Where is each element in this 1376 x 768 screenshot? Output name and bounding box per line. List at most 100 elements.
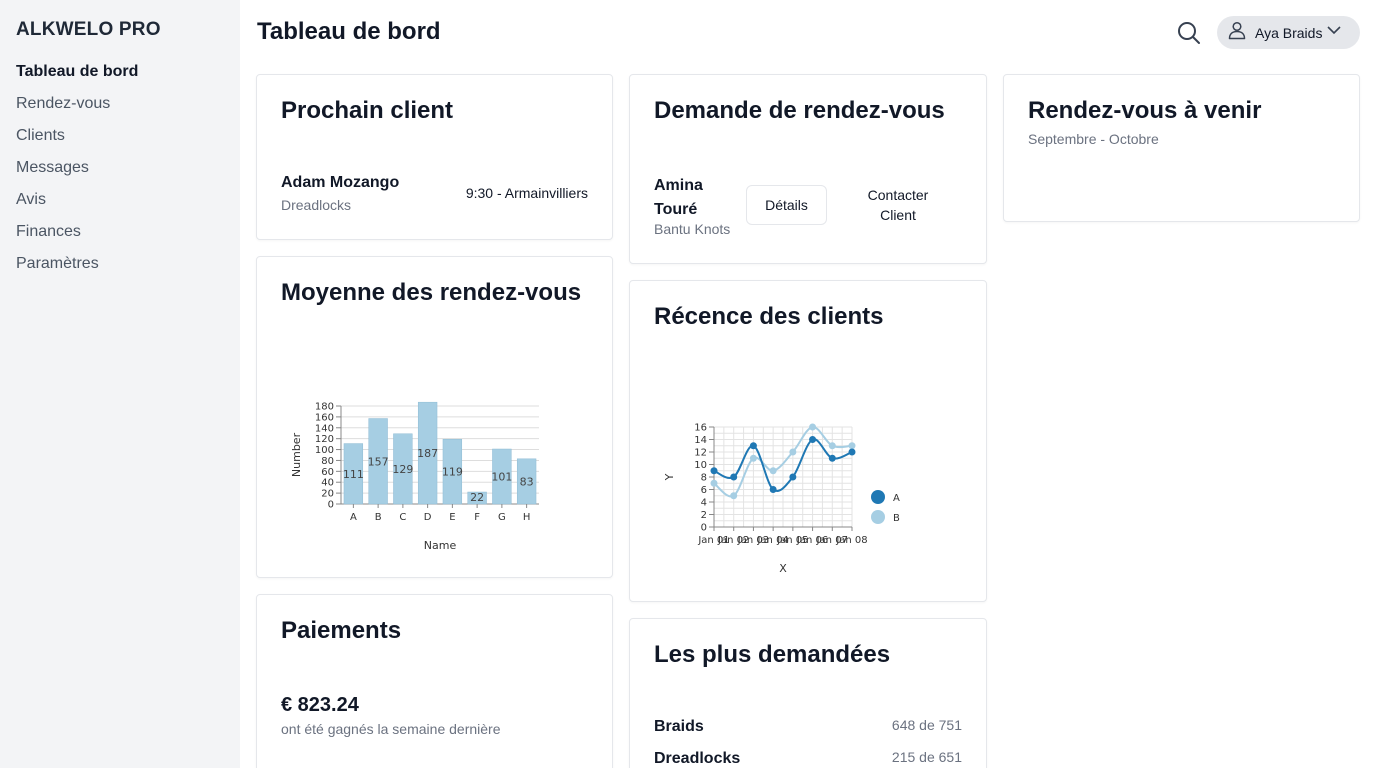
page-title: Tableau de bord [257, 18, 441, 45]
bar-value-label: 157 [368, 455, 389, 468]
upcoming-period: Septembre - Octobre [1028, 131, 1159, 147]
bar-value-label: 101 [491, 471, 512, 484]
x-tick-label: Jan 08 [835, 535, 867, 546]
y-tick-label: 160 [315, 412, 334, 423]
appointment-request-title: Demande de rendez-vous [654, 97, 945, 124]
data-point-B [730, 492, 738, 500]
sidebar-item-dashboard[interactable]: Tableau de bord [16, 60, 138, 92]
x-tick-label: G [498, 512, 506, 523]
details-button[interactable]: Détails [746, 185, 827, 225]
y-tick-label: 6 [701, 485, 707, 496]
y-tick-label: 20 [321, 489, 334, 500]
data-point-A [809, 436, 817, 443]
client-recency-card: Récence des clients 0 2 4 6 8 10 12 14 16 Jan 01 J… [629, 280, 987, 602]
data-point-B [710, 479, 718, 487]
y-tick-label: 140 [315, 423, 334, 434]
data-point-A [848, 448, 856, 456]
chevron-down-icon [1326, 22, 1342, 43]
sidebar-item-finances[interactable]: Finances [16, 220, 138, 252]
bar-value-label: 22 [470, 491, 484, 504]
data-point-A [769, 486, 777, 493]
data-point-B [749, 454, 757, 462]
user-menu-button[interactable]: Aya Braids [1217, 16, 1360, 49]
contact-client-button[interactable]: Contacter Client [848, 185, 948, 225]
data-point-A [749, 442, 757, 450]
y-tick-label: 10 [694, 460, 707, 471]
x-tick-label: H [523, 512, 531, 523]
y-tick-label: 40 [321, 478, 334, 489]
y-tick-label: 0 [328, 500, 334, 511]
request-client-service: Bantu Knots [654, 221, 731, 237]
contact-client-line1: Contacter [867, 187, 929, 203]
data-point-B [809, 423, 817, 431]
request-client-last-name: Touré [654, 201, 698, 218]
average-appointments-card: Moyenne des rendez-vous 0 20 40 60 80 100 120 1… [256, 256, 613, 578]
bar-value-label: 119 [442, 466, 463, 479]
bar-value-label: 187 [417, 447, 438, 460]
y-tick-label: 14 [694, 435, 707, 446]
legend-marker-B [871, 510, 885, 524]
x-tick-label: E [449, 512, 455, 523]
y-tick-label: 100 [315, 445, 334, 456]
legend-label-A: A [893, 493, 900, 504]
request-client-name: Amina Touré [654, 174, 703, 222]
y-tick-label: 16 [694, 423, 707, 434]
appointment-request-card: Demande de rendez-vous Amina Touré Bantu… [629, 74, 987, 264]
data-point-A [730, 473, 738, 481]
payments-card: Paiements € 823.24 ont été gagnés la sem… [256, 594, 613, 768]
y-tick-label: 60 [321, 467, 334, 478]
y-tick-label: 12 [694, 448, 707, 459]
y-tick-label: 8 [701, 473, 707, 484]
contact-client-line2: Client [880, 207, 916, 223]
sidebar: ALKWELO PRO Tableau de bord Rendez-vous … [0, 0, 240, 768]
payments-caption: ont été gagnés la semaine dernière [281, 721, 501, 737]
sidebar-item-clients[interactable]: Clients [16, 124, 138, 156]
most-requested-title: Les plus demandées [654, 641, 891, 668]
data-point-B [848, 442, 856, 450]
user-icon [1227, 20, 1247, 45]
x-axis-label: X [779, 562, 787, 575]
x-tick-label: C [399, 512, 406, 523]
next-client-card: Prochain client Adam Mozango Dreadlocks … [256, 74, 613, 240]
data-point-B [789, 448, 797, 456]
y-tick-label: 2 [701, 510, 707, 521]
bar-value-label: 111 [343, 468, 364, 481]
x-tick-label: B [375, 512, 382, 523]
data-point-A [789, 473, 797, 481]
sidebar-item-messages[interactable]: Messages [16, 156, 138, 188]
sidebar-item-appointments[interactable]: Rendez-vous [16, 92, 138, 124]
y-tick-label: 4 [701, 498, 707, 509]
bar-chart: 020406080100120140160180 111 A 157 B 129 C 187 D… [290, 402, 539, 552]
y-tick-label: 80 [321, 456, 334, 467]
upcoming-title: Rendez-vous à venir [1028, 97, 1262, 124]
most-requested-item-name: Dreadlocks [654, 750, 741, 767]
most-requested-item-count: 215 de 651 [891, 749, 962, 765]
bar-value-label: 129 [392, 463, 413, 476]
next-client-title: Prochain client [281, 97, 454, 124]
y-tick-label: 180 [315, 402, 334, 413]
brand-logo: ALKWELO PRO [16, 19, 161, 40]
data-point-B [828, 442, 836, 450]
search-icon[interactable] [1176, 20, 1202, 46]
user-name: Aya Braids [1255, 24, 1323, 41]
y-tick-label: 0 [701, 523, 707, 534]
sidebar-item-reviews[interactable]: Avis [16, 188, 138, 220]
y-axis-label: Y [663, 473, 676, 481]
request-client-first-name: Amina [654, 177, 703, 194]
sidebar-item-settings[interactable]: Paramètres [16, 252, 138, 284]
bar-value-label: 83 [520, 475, 534, 488]
y-tick-label: 120 [315, 434, 334, 445]
most-requested-item-name: Braids [654, 718, 704, 735]
x-axis-label: Name [424, 539, 457, 552]
next-client-time: 9:30 - Armainvilliers [465, 185, 588, 201]
next-client-name: Adam Mozango [281, 174, 400, 191]
x-tick-label: D [424, 512, 432, 523]
sidebar-nav: Tableau de bord Rendez-vous Clients Mess… [16, 60, 138, 284]
data-point-A [828, 454, 836, 462]
line-chart: 0246810121416Jan 01Jan 02Jan 03Jan 04Jan… [663, 423, 900, 576]
payments-amount: € 823.24 [281, 694, 359, 716]
data-point-A [710, 467, 718, 475]
data-point-B [769, 467, 777, 475]
legend-label-B: B [893, 513, 900, 524]
upcoming-appointments-card: Rendez-vous à venir Septembre - Octobre [1003, 74, 1360, 222]
